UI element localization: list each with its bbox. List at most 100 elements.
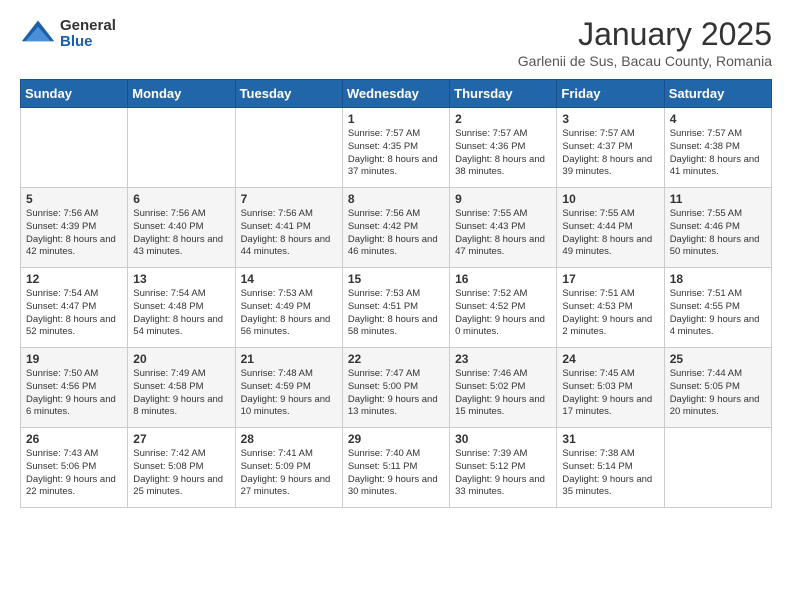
day-number: 31	[562, 432, 658, 446]
calendar-cell: 4 Sunrise: 7:57 AM Sunset: 4:38 PM Daylig…	[664, 108, 771, 188]
day-number: 25	[670, 352, 766, 366]
calendar-week-3: 12 Sunrise: 7:54 AM Sunset: 4:47 PM Dayli…	[21, 268, 772, 348]
calendar-cell: 1 Sunrise: 7:57 AM Sunset: 4:35 PM Daylig…	[342, 108, 449, 188]
day-number: 12	[26, 272, 122, 286]
day-info: Sunrise: 7:56 AM Sunset: 4:42 PM Dayligh…	[348, 208, 444, 259]
day-info: Sunrise: 7:48 AM Sunset: 4:59 PM Dayligh…	[241, 368, 337, 419]
page: General Blue January 2025 Garlenii de Su…	[0, 0, 792, 524]
col-thursday: Thursday	[450, 80, 557, 108]
day-number: 14	[241, 272, 337, 286]
day-number: 18	[670, 272, 766, 286]
calendar-cell: 2 Sunrise: 7:57 AM Sunset: 4:36 PM Daylig…	[450, 108, 557, 188]
logo-blue: Blue	[60, 34, 116, 51]
day-number: 19	[26, 352, 122, 366]
calendar-cell	[664, 428, 771, 508]
day-number: 7	[241, 192, 337, 206]
day-number: 11	[670, 192, 766, 206]
day-number: 4	[670, 112, 766, 126]
logo-general: General	[60, 18, 116, 35]
calendar-cell: 20Sunrise: 7:49 AM Sunset: 4:58 PM Dayli…	[128, 348, 235, 428]
calendar-cell: 11 Sunrise: 7:55 AM Sunset: 4:46 PM Dayli…	[664, 188, 771, 268]
day-number: 27	[133, 432, 229, 446]
day-number: 23	[455, 352, 551, 366]
calendar-week-2: 5Sunrise: 7:56 AM Sunset: 4:39 PM Daylig…	[21, 188, 772, 268]
calendar-cell: 5Sunrise: 7:56 AM Sunset: 4:39 PM Daylig…	[21, 188, 128, 268]
day-number: 13	[133, 272, 229, 286]
calendar-cell: 22Sunrise: 7:47 AM Sunset: 5:00 PM Dayli…	[342, 348, 449, 428]
day-number: 24	[562, 352, 658, 366]
day-info: Sunrise: 7:50 AM Sunset: 4:56 PM Dayligh…	[26, 368, 122, 419]
calendar-cell: 7 Sunrise: 7:56 AM Sunset: 4:41 PM Daylig…	[235, 188, 342, 268]
day-info: Sunrise: 7:44 AM Sunset: 5:05 PM Dayligh…	[670, 368, 766, 419]
calendar-cell	[235, 108, 342, 188]
day-number: 17	[562, 272, 658, 286]
day-info: Sunrise: 7:51 AM Sunset: 4:53 PM Dayligh…	[562, 288, 658, 339]
calendar-cell: 24 Sunrise: 7:45 AM Sunset: 5:03 PM Dayli…	[557, 348, 664, 428]
calendar-table: Sunday Monday Tuesday Wednesday Thursday…	[20, 79, 772, 508]
day-number: 29	[348, 432, 444, 446]
calendar-cell: 10Sunrise: 7:55 AM Sunset: 4:44 PM Dayli…	[557, 188, 664, 268]
calendar-cell: 26 Sunrise: 7:43 AM Sunset: 5:06 PM Dayli…	[21, 428, 128, 508]
col-tuesday: Tuesday	[235, 80, 342, 108]
calendar-cell: 19 Sunrise: 7:50 AM Sunset: 4:56 PM Dayli…	[21, 348, 128, 428]
day-info: Sunrise: 7:57 AM Sunset: 4:35 PM Dayligh…	[348, 128, 444, 179]
day-info: Sunrise: 7:51 AM Sunset: 4:55 PM Dayligh…	[670, 288, 766, 339]
calendar-cell: 8 Sunrise: 7:56 AM Sunset: 4:42 PM Daylig…	[342, 188, 449, 268]
day-number: 1	[348, 112, 444, 126]
col-saturday: Saturday	[664, 80, 771, 108]
day-info: Sunrise: 7:53 AM Sunset: 4:49 PM Dayligh…	[241, 288, 337, 339]
calendar-cell: 3Sunrise: 7:57 AM Sunset: 4:37 PM Daylig…	[557, 108, 664, 188]
day-info: Sunrise: 7:54 AM Sunset: 4:47 PM Dayligh…	[26, 288, 122, 339]
logo-text: General Blue	[60, 18, 116, 51]
day-info: Sunrise: 7:52 AM Sunset: 4:52 PM Dayligh…	[455, 288, 551, 339]
day-info: Sunrise: 7:38 AM Sunset: 5:14 PM Dayligh…	[562, 448, 658, 499]
col-monday: Monday	[128, 80, 235, 108]
day-info: Sunrise: 7:43 AM Sunset: 5:06 PM Dayligh…	[26, 448, 122, 499]
day-number: 30	[455, 432, 551, 446]
day-info: Sunrise: 7:56 AM Sunset: 4:41 PM Dayligh…	[241, 208, 337, 259]
day-info: Sunrise: 7:42 AM Sunset: 5:08 PM Dayligh…	[133, 448, 229, 499]
day-info: Sunrise: 7:55 AM Sunset: 4:43 PM Dayligh…	[455, 208, 551, 259]
calendar-cell: 25 Sunrise: 7:44 AM Sunset: 5:05 PM Dayli…	[664, 348, 771, 428]
calendar-week-5: 26 Sunrise: 7:43 AM Sunset: 5:06 PM Dayli…	[21, 428, 772, 508]
calendar-cell: 18 Sunrise: 7:51 AM Sunset: 4:55 PM Dayli…	[664, 268, 771, 348]
day-number: 15	[348, 272, 444, 286]
day-number: 6	[133, 192, 229, 206]
calendar-cell: 12 Sunrise: 7:54 AM Sunset: 4:47 PM Dayli…	[21, 268, 128, 348]
calendar-cell: 28Sunrise: 7:41 AM Sunset: 5:09 PM Dayli…	[235, 428, 342, 508]
day-info: Sunrise: 7:54 AM Sunset: 4:48 PM Dayligh…	[133, 288, 229, 339]
col-sunday: Sunday	[21, 80, 128, 108]
day-number: 28	[241, 432, 337, 446]
col-friday: Friday	[557, 80, 664, 108]
day-info: Sunrise: 7:40 AM Sunset: 5:11 PM Dayligh…	[348, 448, 444, 499]
calendar-cell: 13 Sunrise: 7:54 AM Sunset: 4:48 PM Dayli…	[128, 268, 235, 348]
calendar-cell: 23Sunrise: 7:46 AM Sunset: 5:02 PM Dayli…	[450, 348, 557, 428]
day-info: Sunrise: 7:55 AM Sunset: 4:44 PM Dayligh…	[562, 208, 658, 259]
location-subtitle: Garlenii de Sus, Bacau County, Romania	[518, 53, 772, 69]
calendar-cell: 29 Sunrise: 7:40 AM Sunset: 5:11 PM Dayli…	[342, 428, 449, 508]
day-number: 26	[26, 432, 122, 446]
logo: General Blue	[20, 16, 116, 52]
day-info: Sunrise: 7:57 AM Sunset: 4:36 PM Dayligh…	[455, 128, 551, 179]
day-info: Sunrise: 7:45 AM Sunset: 5:03 PM Dayligh…	[562, 368, 658, 419]
calendar-cell: 15Sunrise: 7:53 AM Sunset: 4:51 PM Dayli…	[342, 268, 449, 348]
col-wednesday: Wednesday	[342, 80, 449, 108]
day-info: Sunrise: 7:55 AM Sunset: 4:46 PM Dayligh…	[670, 208, 766, 259]
calendar-header-row: Sunday Monday Tuesday Wednesday Thursday…	[21, 80, 772, 108]
day-info: Sunrise: 7:49 AM Sunset: 4:58 PM Dayligh…	[133, 368, 229, 419]
day-info: Sunrise: 7:57 AM Sunset: 4:38 PM Dayligh…	[670, 128, 766, 179]
calendar-week-1: 1 Sunrise: 7:57 AM Sunset: 4:35 PM Daylig…	[21, 108, 772, 188]
calendar-cell: 6Sunrise: 7:56 AM Sunset: 4:40 PM Daylig…	[128, 188, 235, 268]
calendar-cell: 27 Sunrise: 7:42 AM Sunset: 5:08 PM Dayli…	[128, 428, 235, 508]
day-number: 2	[455, 112, 551, 126]
month-title: January 2025	[518, 16, 772, 53]
title-block: January 2025 Garlenii de Sus, Bacau Coun…	[518, 16, 772, 69]
day-info: Sunrise: 7:39 AM Sunset: 5:12 PM Dayligh…	[455, 448, 551, 499]
calendar-cell: 9Sunrise: 7:55 AM Sunset: 4:43 PM Daylig…	[450, 188, 557, 268]
day-info: Sunrise: 7:57 AM Sunset: 4:37 PM Dayligh…	[562, 128, 658, 179]
calendar-cell: 14 Sunrise: 7:53 AM Sunset: 4:49 PM Dayli…	[235, 268, 342, 348]
day-number: 21	[241, 352, 337, 366]
calendar-cell: 21 Sunrise: 7:48 AM Sunset: 4:59 PM Dayli…	[235, 348, 342, 428]
day-number: 8	[348, 192, 444, 206]
day-number: 5	[26, 192, 122, 206]
